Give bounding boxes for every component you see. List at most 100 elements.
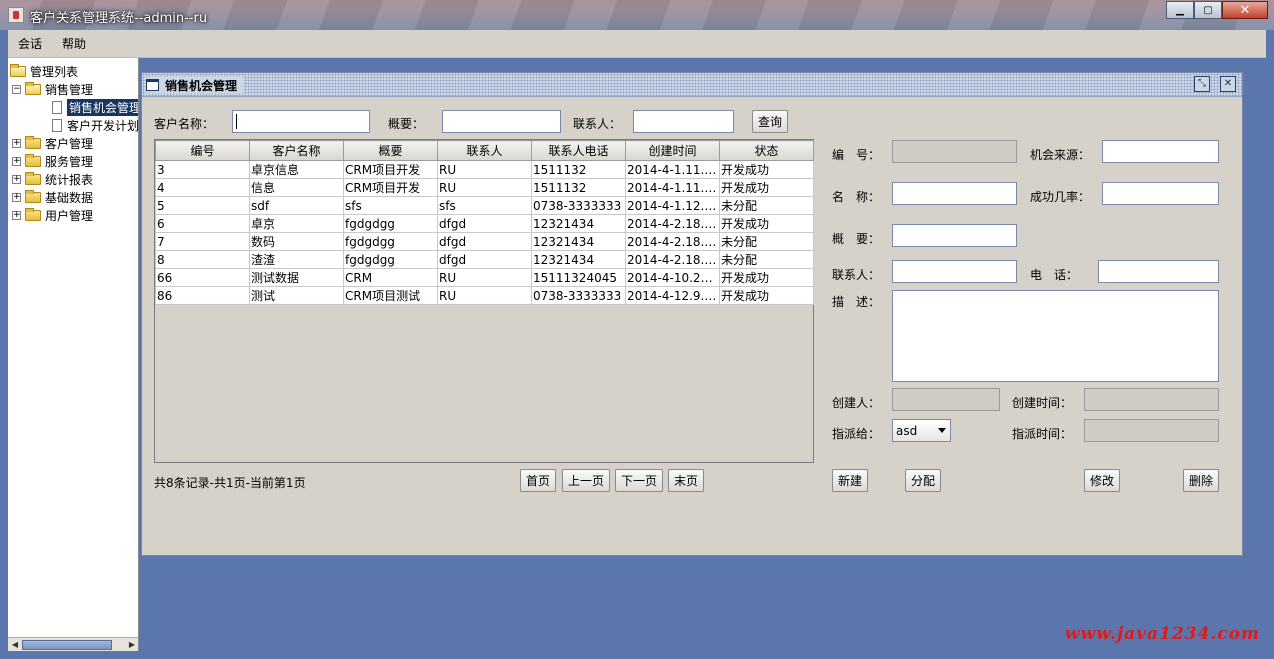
created-time-field <box>1084 388 1219 411</box>
delete-button[interactable]: 删除 <box>1183 469 1219 492</box>
column-header[interactable]: 编号 <box>155 140 250 161</box>
table-cell: dfgd <box>437 250 532 269</box>
restore-icon[interactable]: ⤡ <box>1194 76 1210 92</box>
table-row[interactable]: 66 测试数据 CRM RU 15111324045 2014-4-10.23.... 开发… <box>155 268 814 287</box>
customer-name-input[interactable] <box>232 110 370 133</box>
document-icon <box>52 100 62 114</box>
summary-input[interactable] <box>442 110 561 133</box>
menu-help[interactable]: 帮助 <box>52 35 96 52</box>
expand-icon[interactable]: + <box>12 210 21 220</box>
table-cell: fgdgdgg <box>343 232 438 251</box>
summary-form-label: 概 要： <box>832 232 881 246</box>
phone-field[interactable] <box>1098 260 1219 283</box>
table-cell: 5 <box>155 196 250 215</box>
query-button[interactable]: 查询 <box>752 110 788 133</box>
tree-root-label: 管理列表 <box>30 64 79 79</box>
source-field[interactable] <box>1102 140 1219 163</box>
table-cell: 开发成功 <box>719 286 814 305</box>
table-cell: CRM项目测试 <box>343 286 438 305</box>
column-header[interactable]: 概要 <box>343 140 438 161</box>
table-cell: CRM <box>343 268 438 287</box>
table-cell: 2014-4-1.11.1... <box>625 160 720 179</box>
assign-button[interactable]: 分配 <box>905 469 941 492</box>
table-cell: 12321434 <box>531 232 626 251</box>
tree-item-basic-data[interactable]: + 基础数据 <box>12 188 93 206</box>
created-time-label: 创建时间： <box>1012 396 1073 410</box>
table-row[interactable]: 8 渣渣 fgdgdgg dfgd 12321434 2014-4-2.18.1... 未分… <box>155 250 814 269</box>
column-header[interactable]: 联系人电话 <box>531 140 626 161</box>
tree-root[interactable]: 管理列表 <box>10 62 78 80</box>
assign-select[interactable]: asd <box>892 419 951 442</box>
table-row[interactable]: 7 数码 fgdgdgg dfgd 12321434 2014-4-2.18.1... 未分… <box>155 232 814 251</box>
assign-select-value: asd <box>896 423 918 438</box>
table-cell: 2014-4-2.18.1... <box>625 250 720 269</box>
tree-item-customer[interactable]: + 客户管理 <box>12 134 93 152</box>
tree-item-service[interactable]: + 服务管理 <box>12 152 93 170</box>
next-page-button[interactable]: 下一页 <box>615 469 663 492</box>
minimize-button[interactable]: ▁ <box>1166 1 1194 19</box>
tree-item-label: 用户管理 <box>45 208 94 223</box>
table-cell: 数码 <box>249 232 344 251</box>
tree-item-reports[interactable]: + 统计报表 <box>12 170 93 188</box>
column-header[interactable]: 状态 <box>719 140 814 161</box>
tree-item-customer-dev-plan[interactable]: 客户开发计划 <box>52 116 138 134</box>
table-body: 3 卓京信息 CRM项目开发 RU 1511132 2014-4-1.11.1... 开发成… <box>155 160 814 305</box>
name-field[interactable] <box>892 182 1017 205</box>
assign-label: 指派给： <box>832 427 881 441</box>
table-row[interactable]: 86 测试 CRM项目测试 RU 0738-3333333 2014-4-12.9.1..… <box>155 286 814 305</box>
maximize-button[interactable]: ▢ <box>1194 1 1222 19</box>
new-button[interactable]: 新建 <box>832 469 868 492</box>
collapse-icon[interactable]: − <box>12 84 21 94</box>
table-cell: 6 <box>155 214 250 233</box>
summary-field[interactable] <box>892 224 1017 247</box>
column-header[interactable]: 客户名称 <box>249 140 344 161</box>
table-row[interactable]: 6 卓京 fgdgdgg dfgd 12321434 2014-4-2.18.1... 开发… <box>155 214 814 233</box>
menu-session[interactable]: 会话 <box>8 35 52 52</box>
scrollbar-thumb[interactable] <box>22 640 112 650</box>
prev-page-button[interactable]: 上一页 <box>562 469 610 492</box>
main-area: 管理列表 − 销售管理 销售机会管理 客户开发计划 + 客户管理 + 服务管理 … <box>8 58 1266 651</box>
horizontal-scrollbar[interactable]: ◀ ▶ <box>8 637 138 651</box>
window-icon <box>146 79 159 91</box>
edit-button[interactable]: 修改 <box>1084 469 1120 492</box>
data-table: 编号 客户名称 概要 联系人 联系人电话 创建时间 状态 3 卓京信息 CRM项目开… <box>155 140 814 305</box>
expand-icon[interactable]: + <box>12 174 21 184</box>
tree-item-label: 基础数据 <box>45 190 94 205</box>
table-cell: 0738-3333333 <box>531 286 626 305</box>
table-cell: 1511132 <box>531 178 626 197</box>
expand-icon[interactable]: + <box>12 156 21 166</box>
table-cell: RU <box>437 286 532 305</box>
table-cell: 信息 <box>249 178 344 197</box>
column-header[interactable]: 联系人 <box>437 140 532 161</box>
table-row[interactable]: 3 卓京信息 CRM项目开发 RU 1511132 2014-4-1.11.1... 开发成… <box>155 160 814 179</box>
tree-item-sales-opportunity[interactable]: 销售机会管理 <box>52 98 138 116</box>
column-header[interactable]: 创建时间 <box>625 140 720 161</box>
table-cell: RU <box>437 268 532 287</box>
table-cell: 卓京信息 <box>249 160 344 179</box>
close-icon[interactable]: ✕ <box>1220 76 1236 92</box>
scroll-right-icon[interactable]: ▶ <box>126 639 138 651</box>
close-button[interactable]: ✕ <box>1222 1 1268 19</box>
description-textarea[interactable] <box>892 290 1219 382</box>
first-page-button[interactable]: 首页 <box>520 469 556 492</box>
table-cell: 2014-4-2.18.1... <box>625 214 720 233</box>
last-page-button[interactable]: 末页 <box>668 469 704 492</box>
table-cell: RU <box>437 160 532 179</box>
success-rate-field[interactable] <box>1102 182 1219 205</box>
contact-input[interactable] <box>633 110 734 133</box>
tree-item-sales[interactable]: − 销售管理 <box>12 80 93 98</box>
table-cell: 开发成功 <box>719 160 814 179</box>
pager-info: 共8条记录-共1页-当前第1页 <box>154 476 306 490</box>
expand-icon[interactable]: + <box>12 192 21 202</box>
scroll-left-icon[interactable]: ◀ <box>9 639 21 651</box>
table-cell: CRM项目开发 <box>343 178 438 197</box>
table-cell: dfgd <box>437 232 532 251</box>
folder-icon <box>25 135 41 149</box>
table-row[interactable]: 5 sdf sfs sfs 0738-3333333 2014-4-1.12.1... 未分… <box>155 196 814 215</box>
tree-item-users[interactable]: + 用户管理 <box>12 206 93 224</box>
table-cell: sfs <box>343 196 438 215</box>
table-row[interactable]: 4 信息 CRM项目开发 RU 1511132 2014-4-1.11.5... 开发成功 <box>155 178 814 197</box>
expand-icon[interactable]: + <box>12 138 21 148</box>
table-cell: 4 <box>155 178 250 197</box>
contact-field[interactable] <box>892 260 1017 283</box>
